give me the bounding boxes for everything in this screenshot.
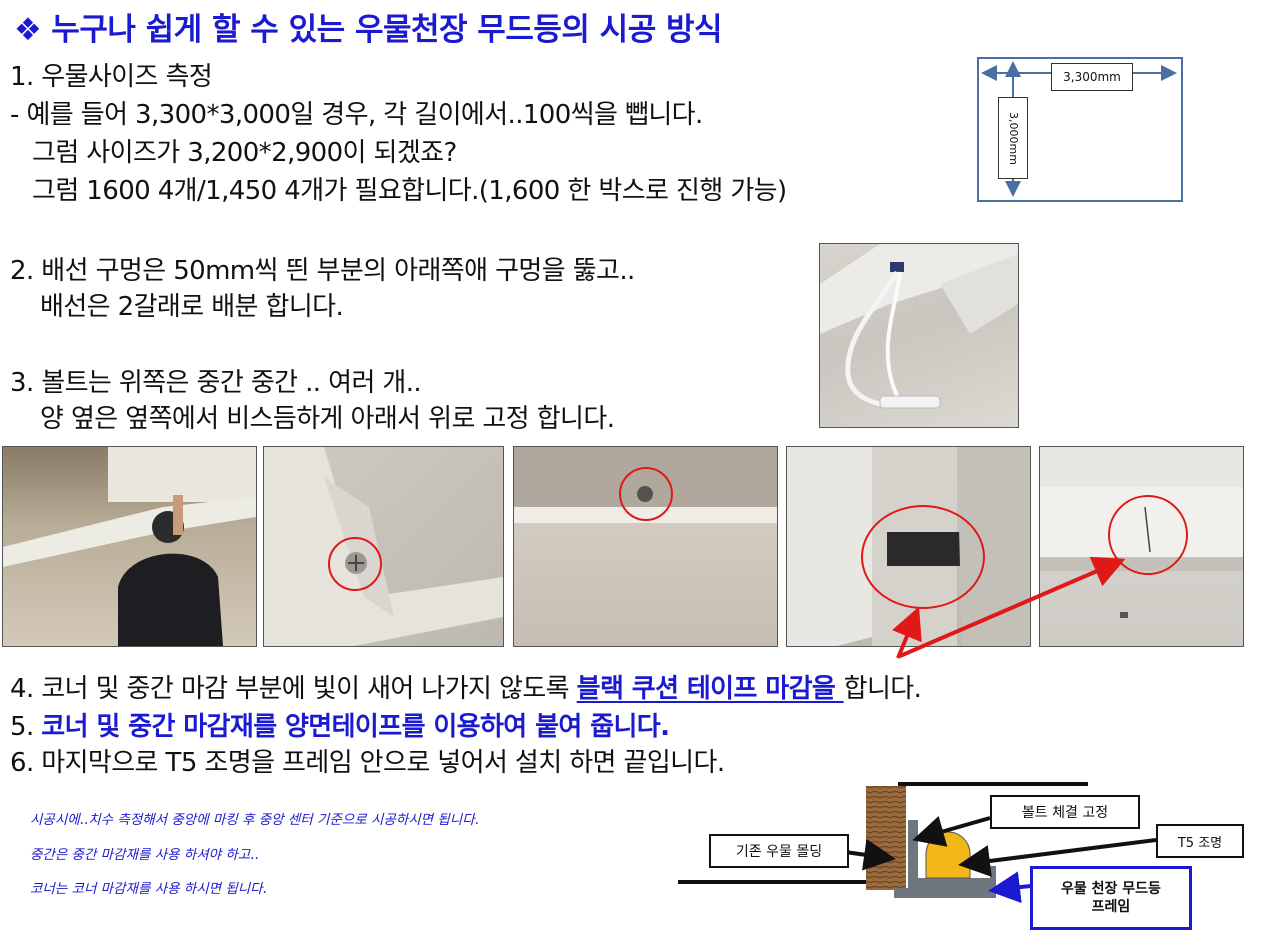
bolt-label: 볼트 체결 고정: [990, 795, 1140, 829]
t5-label: T5 조명: [1156, 824, 1244, 858]
note-line1: 시공시에..치수 측정해서 중앙에 마킹 후 중앙 센터 기준으로 시공하시면 …: [30, 812, 479, 828]
step5-number: 5.: [10, 712, 42, 742]
step4-highlight: 블랙 쿠션 테이프 마감을: [576, 674, 844, 704]
step6-line: 6. 마지막으로 T5 조명을 프레임 안으로 넣어서 설치 하면 끝입니다.: [10, 748, 725, 778]
note-line2: 중간은 중간 마감재를 사용 하셔야 하고..: [30, 847, 259, 863]
frame-label-line1: 우물 천장 무드등: [1061, 881, 1161, 897]
step5-line: 5. 코너 및 중간 마감재를 양면테이프를 이용하여 붙여 줍니다.: [10, 706, 670, 743]
step4-line: 4. 코너 및 중간 마감 부분에 빛이 새어 나가지 않도록 블랙 쿠션 테이…: [10, 668, 922, 705]
note-line3: 코너는 코너 마감재를 사용 하시면 됩니다.: [30, 881, 267, 897]
step4-end: 합니다.: [843, 674, 922, 704]
molding-label: 기존 우물 몰딩: [709, 834, 849, 868]
step5-text: 코너 및 중간 마감재를 양면테이프를 이용하여 붙여 줍니다.: [41, 712, 670, 742]
molding-block: [866, 786, 906, 890]
frame-label-line2: 프레임: [1091, 899, 1131, 915]
frame-label: 우물 천장 무드등 프레임: [1030, 866, 1192, 930]
step4-text: 4. 코너 및 중간 마감 부분에 빛이 새어 나가지 않도록: [10, 674, 577, 704]
arrow-to-seam: [899, 556, 1126, 658]
